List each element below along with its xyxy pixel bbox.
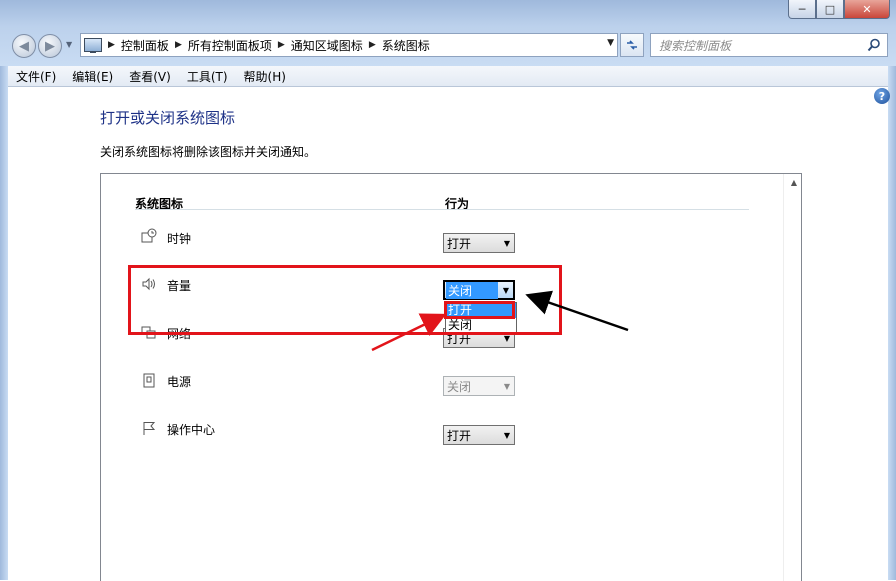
- select-value: 打开: [447, 428, 472, 443]
- address-dropdown-icon[interactable]: ▼: [607, 38, 614, 48]
- window-frame-left: [0, 66, 8, 580]
- chevron-down-icon: ▼: [503, 381, 511, 391]
- row-label-action-center: 操作中心: [167, 423, 216, 437]
- chevron-right-icon[interactable]: ▶: [175, 40, 182, 50]
- power-behavior-select: 关闭 ▼: [443, 376, 515, 396]
- page-title: 打开或关闭系统图标: [100, 109, 236, 127]
- power-icon: [141, 372, 157, 388]
- window-controls: ─ □ ✕: [788, 0, 890, 19]
- speaker-icon: [141, 276, 157, 292]
- clock-icon: [141, 228, 157, 244]
- computer-icon: [84, 38, 102, 53]
- vertical-scrollbar[interactable]: ▲: [783, 174, 801, 581]
- maximize-button[interactable]: □: [816, 0, 844, 19]
- breadcrumb-control-panel[interactable]: 控制面板: [121, 37, 169, 54]
- back-button[interactable]: ◀: [12, 34, 36, 58]
- search-box[interactable]: 搜索控制面板: [650, 33, 888, 57]
- breadcrumb-notification-icons[interactable]: 通知区域图标: [291, 37, 363, 54]
- refresh-button[interactable]: [620, 33, 644, 57]
- chevron-right-icon[interactable]: ▶: [108, 40, 115, 50]
- flag-icon: [141, 420, 157, 436]
- help-icon[interactable]: ?: [874, 88, 890, 104]
- page-description: 关闭系统图标将删除该图标并关闭通知。: [100, 145, 317, 159]
- minimize-button[interactable]: ─: [788, 0, 816, 19]
- search-icon[interactable]: [867, 38, 881, 52]
- system-icons-panel: ▲ 系统图标 行为 时钟 打开 ▼ 音量 关闭 ▼ 网络 打开 ▼ 打开 关闭 …: [100, 173, 802, 581]
- chevron-down-icon: ▼: [503, 333, 511, 343]
- volume-dropdown-list: 打开 关闭: [445, 302, 517, 334]
- refresh-icon: [627, 40, 637, 50]
- chevron-right-icon[interactable]: ▶: [369, 40, 376, 50]
- row-label-power: 电源: [167, 375, 192, 389]
- window-chrome: ─ □ ✕ ◀ ▶ ▼ ▶ 控制面板 ▶ 所有控制面板项 ▶ 通知区域图标 ▶ …: [0, 0, 896, 66]
- menu-tools[interactable]: 工具(T): [179, 68, 236, 85]
- clock-behavior-select[interactable]: 打开 ▼: [443, 233, 515, 253]
- select-value: 关闭: [447, 379, 472, 394]
- menu-help[interactable]: 帮助(H): [236, 68, 294, 85]
- window-frame-right: [888, 66, 896, 580]
- recent-pages-dropdown-icon[interactable]: ▼: [66, 40, 72, 49]
- back-arrow-icon: ◀: [19, 38, 29, 54]
- forward-arrow-icon: ▶: [45, 38, 55, 54]
- network-icon: [141, 324, 157, 340]
- menu-bar: 文件(F) 编辑(E) 查看(V) 工具(T) 帮助(H): [8, 66, 888, 87]
- select-value: 关闭: [446, 281, 498, 299]
- close-button[interactable]: ✕: [844, 0, 890, 19]
- menu-file[interactable]: 文件(F): [8, 68, 64, 85]
- header-divider: [135, 209, 749, 210]
- row-label-volume: 音量: [167, 279, 192, 293]
- volume-behavior-select[interactable]: 关闭 ▼: [443, 280, 515, 300]
- chevron-down-icon: ▼: [503, 238, 511, 248]
- chevron-right-icon[interactable]: ▶: [278, 40, 285, 50]
- select-value: 打开: [447, 236, 472, 251]
- breadcrumb-all-items[interactable]: 所有控制面板项: [188, 37, 272, 54]
- forward-button[interactable]: ▶: [38, 34, 62, 58]
- address-bar[interactable]: ▶ 控制面板 ▶ 所有控制面板项 ▶ 通知区域图标 ▶ 系统图标 ▼: [80, 33, 618, 57]
- scroll-up-icon[interactable]: ▲: [791, 178, 797, 187]
- menu-edit[interactable]: 编辑(E): [64, 68, 121, 85]
- action-center-behavior-select[interactable]: 打开 ▼: [443, 425, 515, 445]
- menu-view[interactable]: 查看(V): [121, 68, 179, 85]
- row-label-network: 网络: [167, 327, 192, 341]
- chevron-down-icon: ▼: [502, 285, 510, 295]
- search-input[interactable]: 搜索控制面板: [659, 37, 867, 54]
- breadcrumb-system-icons[interactable]: 系统图标: [382, 37, 430, 54]
- chevron-down-icon: ▼: [503, 430, 511, 440]
- dropdown-option-off[interactable]: 关闭: [446, 318, 516, 333]
- dropdown-option-on[interactable]: 打开: [446, 303, 516, 318]
- row-label-clock: 时钟: [167, 232, 192, 246]
